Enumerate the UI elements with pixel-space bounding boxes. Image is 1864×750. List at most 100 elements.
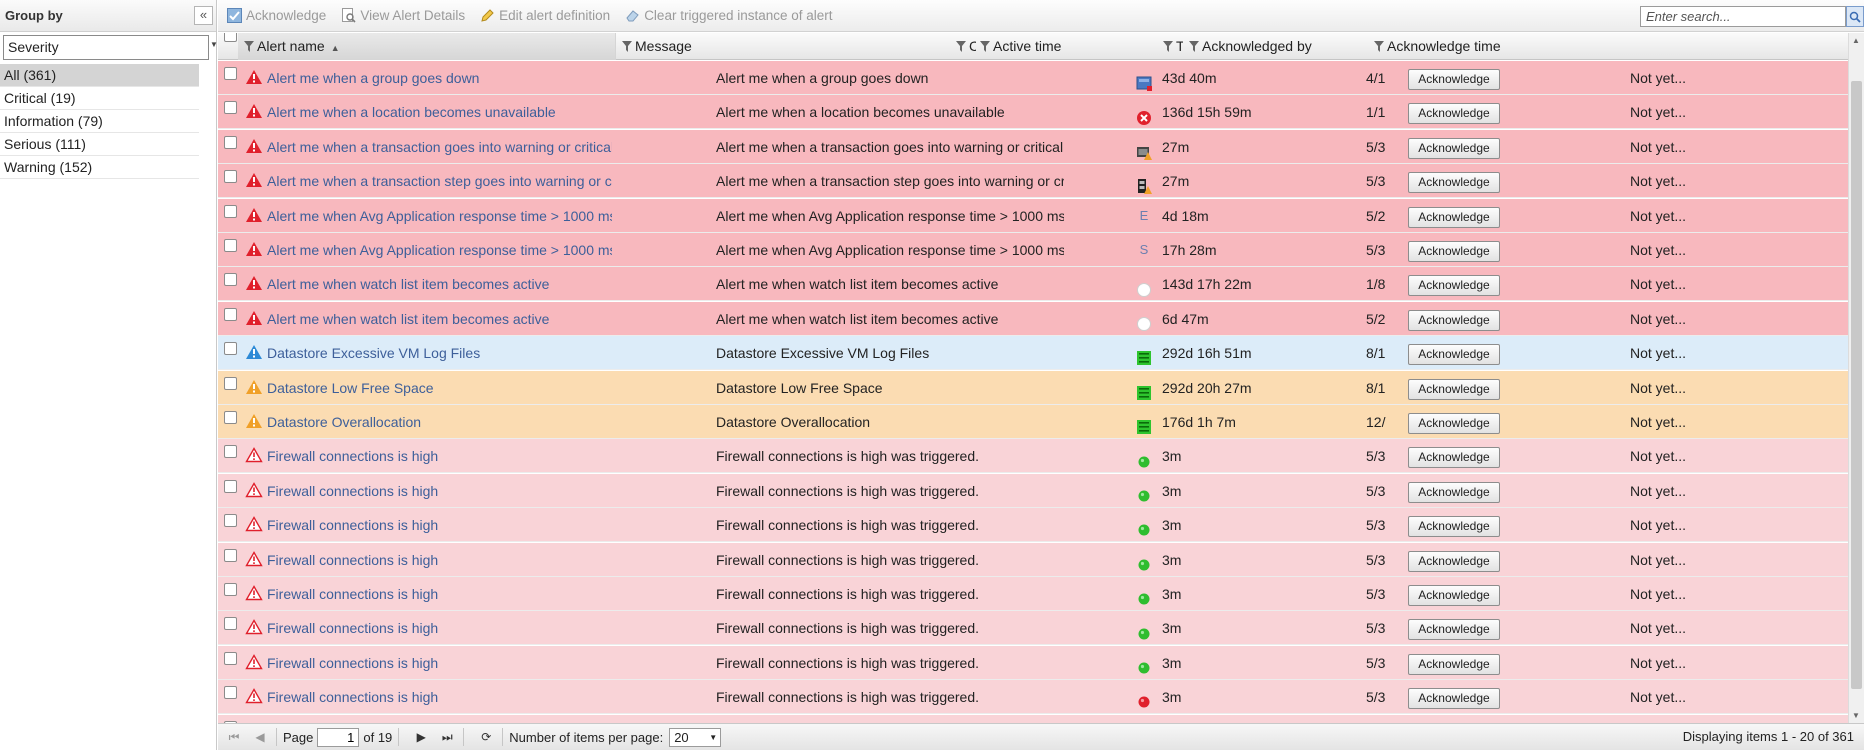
refresh-icon[interactable]: ⟳ [476, 728, 496, 746]
group-item[interactable]: Information (79) [0, 110, 199, 133]
column-active-time[interactable]: Active time [976, 33, 1166, 60]
row-checkbox[interactable] [224, 411, 237, 424]
acknowledge-button[interactable]: Acknowledge [1408, 413, 1500, 434]
view-alert-details-button[interactable]: View Alert Details [340, 8, 465, 24]
alert-name-cell[interactable]: Datastore Overallocation [240, 405, 612, 439]
row-checkbox[interactable] [224, 239, 237, 252]
acknowledge-button[interactable]: Acknowledge [1408, 344, 1500, 366]
group-item[interactable]: Serious (111) [0, 133, 199, 156]
alert-name-cell[interactable]: Firewall connections is high [240, 646, 612, 680]
filter-icon[interactable] [1374, 41, 1384, 52]
alert-name-cell[interactable]: Alert me when a group goes down [240, 61, 612, 95]
acknowledge-button[interactable]: Acknowledge [1408, 378, 1500, 400]
table-row[interactable]: Firewall connections is high Firewall con… [218, 473, 1848, 508]
acknowledge-button[interactable]: Acknowledge [1408, 550, 1500, 572]
alert-name-link[interactable]: Alert me when a transaction goes into wa… [267, 139, 612, 155]
table-row[interactable]: Alert me when a location becomes unavail… [218, 95, 1848, 130]
alert-name-cell[interactable]: Firewall connections is high [240, 439, 612, 473]
collapse-panel-button[interactable]: « [194, 6, 213, 25]
column-message[interactable]: Message [616, 33, 956, 60]
alert-name-cell[interactable]: Firewall connections is high [240, 508, 612, 542]
first-page-icon[interactable]: ⏮ [224, 728, 244, 746]
row-checkbox[interactable] [224, 273, 237, 287]
chevron-down-icon[interactable]: ▼ [210, 40, 218, 49]
row-checkbox[interactable] [224, 686, 237, 700]
column-acknowledged-by[interactable]: Acknowledged by [1183, 33, 1373, 60]
alert-name-link[interactable]: Alert me when a transaction step goes in… [267, 173, 612, 189]
next-page-icon[interactable]: ▶ [411, 728, 431, 746]
previous-page-icon[interactable]: ◀ [250, 728, 270, 746]
table-row[interactable]: Firewall connections is high Firewall con… [218, 680, 1848, 715]
last-page-icon[interactable]: ⏭ [437, 728, 457, 746]
table-row[interactable]: Alert me when watch list item becomes ac… [218, 267, 1848, 302]
acknowledge-button[interactable]: Acknowledge [1408, 481, 1500, 503]
alert-name-cell[interactable]: Firewall connections is high [240, 715, 612, 723]
table-row[interactable]: Firewall connections is high Firewall con… [218, 645, 1848, 680]
alert-name-cell[interactable]: Datastore Excessive VM Log Files [240, 336, 612, 370]
row-checkbox[interactable] [224, 651, 237, 665]
acknowledge-button[interactable]: Acknowledge [1408, 516, 1500, 538]
column-object[interactable]: C [956, 33, 976, 60]
table-row[interactable]: Firewall connections is high Firewall con… [218, 577, 1848, 611]
alert-name-cell[interactable]: Firewall connections is high [240, 577, 612, 611]
alert-name-link[interactable]: Datastore Low Free Space [267, 380, 434, 396]
alert-name-cell[interactable]: Firewall connections is high [240, 611, 612, 645]
row-checkbox[interactable] [224, 135, 237, 149]
alert-name-link[interactable]: Firewall connections is high [267, 552, 438, 568]
acknowledge-button[interactable]: Acknowledge [1408, 241, 1500, 262]
row-checkbox[interactable] [224, 514, 237, 528]
row-checkbox[interactable] [224, 67, 237, 80]
alert-name-link[interactable]: Firewall connections is high [267, 483, 438, 499]
acknowledge-button[interactable]: Acknowledge [1408, 653, 1500, 675]
search-icon[interactable] [1846, 6, 1864, 27]
table-row[interactable]: Alert me when watch list item becomes ac… [218, 301, 1848, 336]
row-checkbox[interactable] [224, 101, 237, 115]
acknowledge-button[interactable]: Acknowledge [1408, 172, 1500, 194]
acknowledge-button[interactable]: Acknowledge [1408, 688, 1500, 710]
alert-name-link[interactable]: Alert me when watch list item becomes ac… [267, 311, 549, 327]
filter-icon[interactable] [622, 41, 632, 52]
alert-name-cell[interactable]: Alert me when Avg Application response t… [240, 199, 612, 233]
row-checkbox[interactable] [224, 445, 237, 459]
table-row[interactable]: Firewall connections is high Firewall con… [218, 439, 1848, 474]
row-checkbox[interactable] [224, 479, 237, 493]
acknowledge-button[interactable]: Acknowledge [1408, 309, 1500, 331]
search-input[interactable] [1640, 6, 1846, 27]
alert-name-link[interactable]: Alert me when watch list item becomes ac… [267, 276, 549, 292]
alert-name-cell[interactable]: Datastore Low Free Space [240, 371, 612, 405]
alert-name-cell[interactable]: Firewall connections is high [240, 474, 612, 508]
edit-alert-definition-button[interactable]: Edit alert definition [479, 8, 610, 24]
alert-name-cell[interactable]: Alert me when watch list item becomes ac… [240, 302, 612, 336]
alert-name-link[interactable]: Firewall connections is high [267, 689, 438, 705]
filter-icon[interactable] [980, 41, 990, 52]
alert-name-cell[interactable]: Alert me when watch list item becomes ac… [240, 267, 612, 301]
alert-name-cell[interactable]: Alert me when a transaction step goes in… [240, 164, 612, 198]
alert-name-cell[interactable]: Alert me when Avg Application response t… [240, 233, 612, 267]
page-number-input[interactable] [317, 727, 360, 747]
filter-icon[interactable] [1189, 41, 1199, 52]
scroll-thumb[interactable] [1851, 81, 1862, 689]
acknowledge-button[interactable]: Acknowledge [1408, 69, 1500, 90]
scroll-up-icon[interactable]: ▲ [1852, 36, 1860, 45]
group-item[interactable]: Critical (19) [0, 87, 199, 110]
table-row[interactable]: Alert me when a transaction goes into wa… [218, 129, 1848, 164]
alert-name-link[interactable]: Firewall connections is high [267, 586, 438, 602]
row-checkbox[interactable] [224, 376, 237, 390]
chevron-down-icon[interactable]: ▼ [709, 729, 717, 746]
alert-name-link[interactable]: Alert me when Avg Application response t… [267, 242, 612, 258]
group-item[interactable]: All (361) [0, 64, 199, 87]
group-by-select[interactable]: Severity [3, 35, 209, 60]
acknowledge-button[interactable]: Acknowledge [1408, 585, 1500, 606]
acknowledge-button[interactable]: Acknowledge [1408, 447, 1500, 469]
alert-name-link[interactable]: Alert me when a group goes down [267, 70, 479, 86]
alert-name-link[interactable]: Datastore Overallocation [267, 414, 421, 430]
table-row[interactable]: Alert me when Avg Application response t… [218, 233, 1848, 267]
clear-triggered-button[interactable]: Clear triggered instance of alert [624, 8, 833, 24]
scroll-down-icon[interactable]: ▼ [1852, 711, 1860, 720]
alert-name-link[interactable]: Alert me when a location becomes unavail… [267, 104, 556, 120]
column-count[interactable]: T [1163, 33, 1183, 60]
filter-icon[interactable] [1163, 41, 1173, 52]
group-item[interactable]: Warning (152) [0, 156, 199, 179]
table-row[interactable]: Firewall connections is high Firewall con… [218, 508, 1848, 543]
row-checkbox[interactable] [224, 548, 237, 562]
